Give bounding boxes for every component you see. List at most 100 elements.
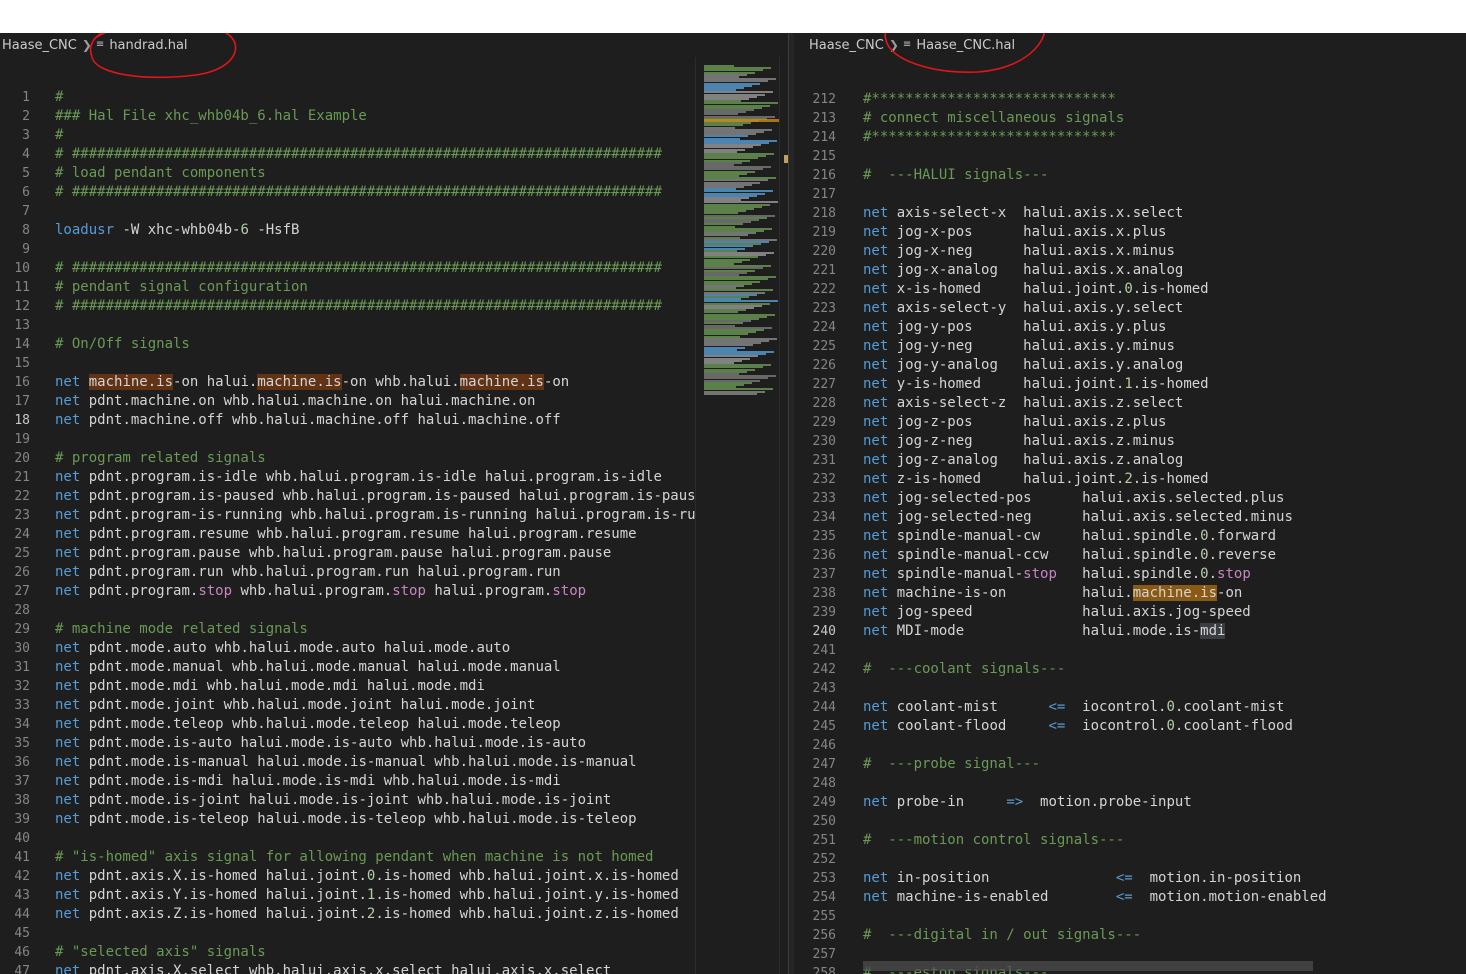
code-text[interactable]: net pdnt.program.stop whb.halui.program.…	[55, 582, 586, 601]
code-text[interactable]: net pdnt.mode.auto whb.halui.mode.auto h…	[55, 639, 510, 658]
code-text[interactable]: # connect miscellaneous signals	[863, 109, 1124, 128]
code-text[interactable]: #*****************************	[863, 90, 1116, 109]
minimap[interactable]	[695, 57, 780, 974]
line-number: 256	[812, 928, 836, 943]
code-text[interactable]: # program related signals	[55, 449, 266, 468]
breadcrumb-folder[interactable]: Haase_CNC	[809, 38, 884, 53]
line-number: 231	[812, 453, 836, 468]
code-text[interactable]: net jog-x-neg halui.axis.x.minus	[863, 242, 1175, 261]
code-text[interactable]: loadusr -W xhc-whb04b-6 -HsfB	[55, 221, 299, 240]
code-text[interactable]: net pdnt.axis.X.select whb.halui.axis.x.…	[55, 962, 611, 974]
code-text[interactable]: # ---HALUI signals---	[863, 166, 1048, 185]
code-text[interactable]: net axis-select-x halui.axis.x.select	[863, 204, 1183, 223]
code-text[interactable]: # ---coolant signals---	[863, 660, 1065, 679]
code-text[interactable]: net spindle-manual-ccw halui.spindle.0.r…	[863, 546, 1276, 565]
code-text[interactable]: # On/Off signals	[55, 335, 190, 354]
horizontal-scrollbar[interactable]	[863, 961, 1313, 971]
code-text[interactable]: net jog-z-neg halui.axis.z.minus	[863, 432, 1175, 451]
code-text[interactable]: net coolant-mist <= iocontrol.0.coolant-…	[863, 698, 1284, 717]
code-text[interactable]: # ######################################…	[55, 297, 662, 316]
code-text[interactable]: net spindle-manual-stop halui.spindle.0.…	[863, 565, 1251, 584]
code-text[interactable]: # "selected axis" signals	[55, 943, 266, 962]
line-number: 232	[812, 472, 836, 487]
code-text[interactable]: net jog-y-neg halui.axis.y.minus	[863, 337, 1175, 356]
code-text[interactable]: net axis-select-y halui.axis.y.select	[863, 299, 1183, 318]
code-text[interactable]: net coolant-flood <= iocontrol.0.coolant…	[863, 717, 1293, 736]
line-number: 30	[14, 641, 30, 656]
file-lines-icon: ≡	[95, 39, 105, 50]
code-text[interactable]: # pendant signal configuration	[55, 278, 308, 297]
code-text[interactable]: # ######################################…	[55, 145, 662, 164]
code-text[interactable]: net pdnt.axis.Y.is-homed halui.joint.1.i…	[55, 886, 679, 905]
code-text[interactable]: net axis-select-z halui.axis.z.select	[863, 394, 1183, 413]
code-text[interactable]: net jog-x-analog halui.axis.x.analog	[863, 261, 1183, 280]
right-editor-pane[interactable]: Haase_CNC ❯ ≡ Haase_CNC.hal 212 #********…	[794, 33, 1466, 974]
code-text[interactable]: #*****************************	[863, 128, 1116, 147]
code-text[interactable]: # ######################################…	[55, 259, 662, 278]
left-editor-pane[interactable]: Haase_CNC ❯ ≡ handrad.hal 1 #2 ### Hal Fil…	[0, 33, 788, 974]
code-text[interactable]: net pdnt.axis.X.is-homed halui.joint.0.i…	[55, 867, 679, 886]
code-text[interactable]: net jog-selected-pos halui.axis.selected…	[863, 489, 1284, 508]
vertical-scrollbar[interactable]	[779, 57, 788, 974]
code-text[interactable]: #	[55, 126, 63, 145]
line-number: 36	[14, 755, 30, 770]
code-text[interactable]: net MDI-mode halui.mode.is-mdi	[863, 622, 1226, 641]
code-text[interactable]: net jog-y-pos halui.axis.y.plus	[863, 318, 1166, 337]
code-text[interactable]: net pdnt.machine.on whb.halui.machine.on…	[55, 392, 535, 411]
code-text[interactable]: net spindle-manual-cw halui.spindle.0.fo…	[863, 527, 1276, 546]
code-text[interactable]: net pdnt.mode.teleop whb.halui.mode.tele…	[55, 715, 561, 734]
code-text[interactable]: net pdnt.program.pause whb.halui.program…	[55, 544, 611, 563]
code-text[interactable]: net pdnt.mode.manual whb.halui.mode.manu…	[55, 658, 561, 677]
code-text[interactable]: net jog-z-analog halui.axis.z.analog	[863, 451, 1183, 470]
code-text[interactable]: net pdnt.axis.Z.is-homed halui.joint.2.i…	[55, 905, 679, 924]
code-text[interactable]: net pdnt.program.run whb.halui.program.r…	[55, 563, 561, 582]
code-text[interactable]: # load pendant components	[55, 164, 266, 183]
code-text[interactable]: net probe-in => motion.probe-input	[863, 793, 1192, 812]
code-text[interactable]: net pdnt.mode.is-auto halui.mode.is-auto…	[55, 734, 586, 753]
code-text[interactable]: #	[55, 88, 63, 107]
line-number: 19	[14, 432, 30, 447]
line-number: 216	[812, 168, 836, 183]
line-number: 241	[812, 643, 836, 658]
code-text[interactable]: net jog-selected-neg halui.axis.selected…	[863, 508, 1293, 527]
code-text[interactable]: ### Hal File xhc_whb04b_6.hal Example	[55, 107, 367, 126]
code-text[interactable]: net pdnt.program.is-idle whb.halui.progr…	[55, 468, 662, 487]
code-text[interactable]: net x-is-homed halui.joint.0.is-homed	[863, 280, 1209, 299]
code-text[interactable]: net machine.is-on halui.machine.is-on wh…	[55, 373, 569, 392]
breadcrumb-folder[interactable]: Haase_CNC	[2, 38, 77, 53]
code-text[interactable]: net jog-y-analog halui.axis.y.analog	[863, 356, 1183, 375]
code-text[interactable]: net machine-is-on halui.machine.is-on	[863, 584, 1242, 603]
code-text[interactable]: net jog-z-pos halui.axis.z.plus	[863, 413, 1166, 432]
code-text[interactable]: # ######################################…	[55, 183, 662, 202]
code-text[interactable]: net pdnt.mode.mdi whb.halui.mode.mdi hal…	[55, 677, 485, 696]
code-text[interactable]: net in-position <= motion.in-position	[863, 869, 1301, 888]
line-number: 250	[812, 814, 836, 829]
line-number: 28	[14, 603, 30, 618]
code-text[interactable]: net z-is-homed halui.joint.2.is-homed	[863, 470, 1209, 489]
code-text[interactable]: net pdnt.mode.is-teleop halui.mode.is-te…	[55, 810, 637, 829]
line-number: 237	[812, 567, 836, 582]
code-text[interactable]: net pdnt.program.resume whb.halui.progra…	[55, 525, 637, 544]
code-text[interactable]: # ---motion control signals---	[863, 831, 1124, 850]
line-number: 23	[14, 508, 30, 523]
code-text[interactable]: # machine mode related signals	[55, 620, 308, 639]
line-number: 18	[14, 413, 30, 428]
breadcrumb-file[interactable]: handrad.hal	[109, 38, 187, 53]
code-text[interactable]: net jog-x-pos halui.axis.x.plus	[863, 223, 1166, 242]
code-text[interactable]: # ---probe signal---	[863, 755, 1040, 774]
code-text[interactable]: net pdnt.mode.is-manual halui.mode.is-ma…	[55, 753, 637, 772]
code-text[interactable]: net pdnt.mode.is-joint halui.mode.is-joi…	[55, 791, 611, 810]
line-number: 248	[812, 776, 836, 791]
code-text[interactable]: net jog-speed halui.axis.jog-speed	[863, 603, 1251, 622]
code-text[interactable]: net pdnt.program.is-paused whb.halui.pro…	[55, 487, 696, 506]
code-text[interactable]: # ---digital in / out signals---	[863, 926, 1141, 945]
code-text[interactable]: # "is-homed" axis signal for allowing pe…	[55, 848, 653, 867]
code-text[interactable]: net pdnt.mode.joint whb.halui.mode.joint…	[55, 696, 535, 715]
breadcrumb-file[interactable]: Haase_CNC.hal	[916, 38, 1015, 53]
code-text[interactable]: net pdnt.mode.is-mdi halui.mode.is-mdi w…	[55, 772, 561, 791]
code-text[interactable]: net pdnt.program-is-running whb.halui.pr…	[55, 506, 696, 525]
code-text[interactable]: net machine-is-enabled <= motion.motion-…	[863, 888, 1327, 907]
code-text[interactable]: net pdnt.machine.off whb.halui.machine.o…	[55, 411, 561, 430]
line-number: 238	[812, 586, 836, 601]
code-text[interactable]: net y-is-homed halui.joint.1.is-homed	[863, 375, 1209, 394]
